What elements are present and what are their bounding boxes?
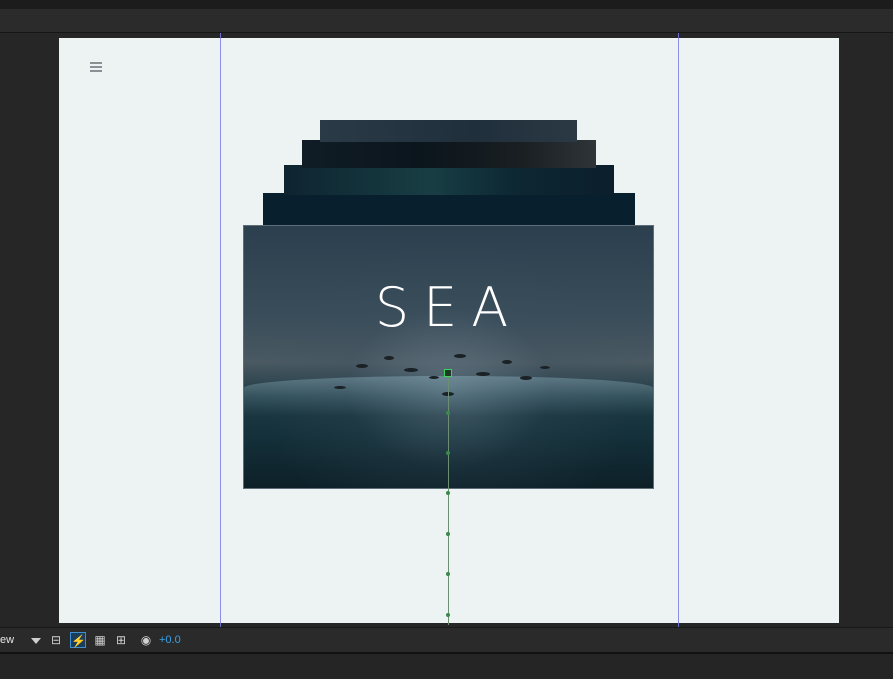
view-dropdown-caret-icon[interactable]	[31, 638, 41, 644]
seal-shape	[520, 376, 532, 380]
hamburger-menu-icon[interactable]	[90, 62, 102, 72]
stacked-image-layer-1[interactable]	[320, 120, 577, 142]
timeline-panel-header	[0, 654, 893, 679]
application-top-bar	[0, 0, 893, 9]
toggle-transparency-grid-icon[interactable]: ▦	[92, 632, 108, 648]
seal-shape	[502, 360, 512, 364]
seal-shape	[356, 364, 368, 368]
seal-shape	[384, 356, 394, 360]
motion-path-keyframe[interactable]	[446, 491, 450, 495]
seal-shape	[476, 372, 490, 376]
motion-path-keyframe[interactable]	[446, 532, 450, 536]
motion-path-keyframe[interactable]	[446, 411, 450, 415]
seal-shape	[454, 354, 466, 358]
motion-path-keyframe[interactable]	[446, 451, 450, 455]
seal-shape	[540, 366, 550, 369]
sea-title-text: SEA	[374, 276, 523, 339]
exposure-value[interactable]: +0.0	[159, 634, 181, 646]
seal-shape	[404, 368, 418, 372]
view-selector-label[interactable]: ew	[0, 634, 14, 646]
stacked-image-layer-2[interactable]	[302, 140, 596, 168]
seal-shape	[334, 386, 346, 389]
view-hierarchy-icon[interactable]: ⊞	[113, 632, 129, 648]
seal-shape	[429, 376, 439, 379]
region-of-interest-icon[interactable]: ⊟	[48, 632, 64, 648]
fast-preview-icon[interactable]: ⚡	[70, 632, 86, 648]
composition-tab-strip	[0, 9, 893, 33]
stacked-image-layer-3[interactable]	[284, 165, 614, 195]
motion-path-keyframe[interactable]	[446, 613, 450, 617]
guide-line-left[interactable]	[220, 33, 221, 627]
guide-line-right[interactable]	[678, 33, 679, 627]
motion-path-keyframe[interactable]	[446, 572, 450, 576]
layer-anchor-point[interactable]	[444, 369, 452, 377]
viewer-status-bar: ew ⊟ ⚡ ▦ ⊞ ◉ +0.0	[0, 627, 893, 654]
stacked-image-layer-4[interactable]	[263, 193, 635, 226]
reset-exposure-icon[interactable]: ◉	[138, 632, 154, 648]
